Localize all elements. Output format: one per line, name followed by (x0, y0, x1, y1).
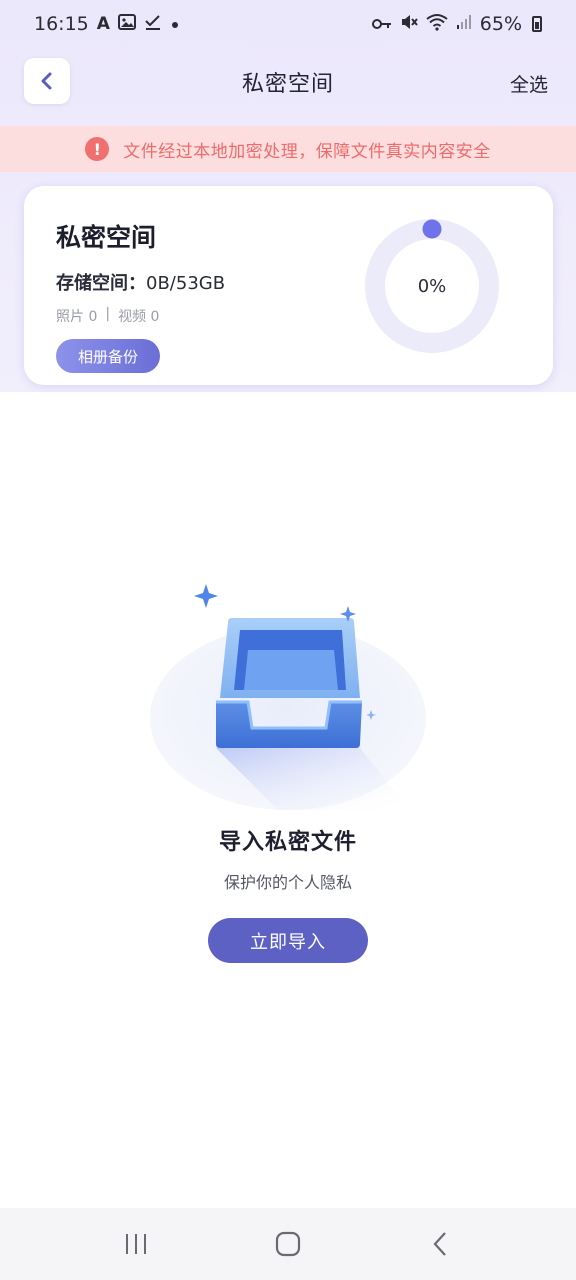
empty-inbox-illustration (148, 578, 430, 818)
key-icon (371, 13, 392, 35)
system-nav-bar (0, 1208, 576, 1280)
recent-apps-icon (126, 1234, 146, 1254)
count-separator: | (105, 306, 111, 322)
empty-state-subtitle: 保护你的个人隐私 (223, 873, 352, 892)
system-back-button[interactable] (410, 1214, 470, 1274)
notice-text: 文件经过本地加密处理，保障文件真实内容安全 (123, 141, 491, 162)
video-count: 视频 0 (118, 309, 160, 325)
usage-ring: 0% (364, 218, 500, 354)
check-icon (144, 13, 162, 35)
album-backup-button[interactable]: 相册备份 (56, 339, 160, 373)
status-bar: 16:15 A 65% (0, 0, 576, 48)
select-all-button[interactable]: 全选 (510, 70, 548, 97)
recent-apps-button[interactable] (106, 1214, 166, 1274)
import-now-button[interactable]: 立即导入 (208, 918, 368, 963)
a-icon: A (96, 14, 110, 34)
storage-value: 0B/53GB (146, 273, 226, 294)
storage-label: 存储空间： (56, 273, 146, 294)
battery-percent: 65% (479, 13, 522, 35)
page-title: 私密空间 (241, 72, 334, 97)
status-time: 16:15 (34, 13, 89, 35)
back-button[interactable] (24, 58, 70, 104)
image-icon (117, 13, 136, 35)
alert-icon: ! (85, 137, 110, 161)
storage-card: 私密空间 存储空间：0B/53GB 照片 0 | 视频 0 相册备份 0% (24, 186, 553, 385)
card-title: 私密空间 (56, 223, 157, 252)
empty-state-title: 导入私密文件 (218, 830, 357, 855)
media-counts: 照片 0 | 视频 0 (56, 306, 159, 326)
chevron-left-icon (41, 72, 52, 90)
signal-icon (456, 13, 472, 35)
storage-info: 存储空间：0B/53GB (56, 269, 225, 295)
header: 私密空间 全选 (0, 56, 576, 108)
dot-icon (170, 13, 180, 35)
home-icon (275, 1231, 301, 1257)
battery-icon (532, 16, 542, 32)
back-icon (433, 1232, 446, 1256)
usage-percent: 0% (417, 275, 447, 297)
status-right: 65% (371, 13, 542, 36)
encryption-notice: ! 文件经过本地加密处理，保障文件真实内容安全 (0, 126, 576, 172)
photo-count: 照片 0 (56, 309, 98, 325)
status-left: 16:15 A (34, 13, 180, 35)
home-button[interactable] (258, 1214, 318, 1274)
mute-icon (400, 13, 418, 36)
wifi-icon (426, 13, 448, 36)
